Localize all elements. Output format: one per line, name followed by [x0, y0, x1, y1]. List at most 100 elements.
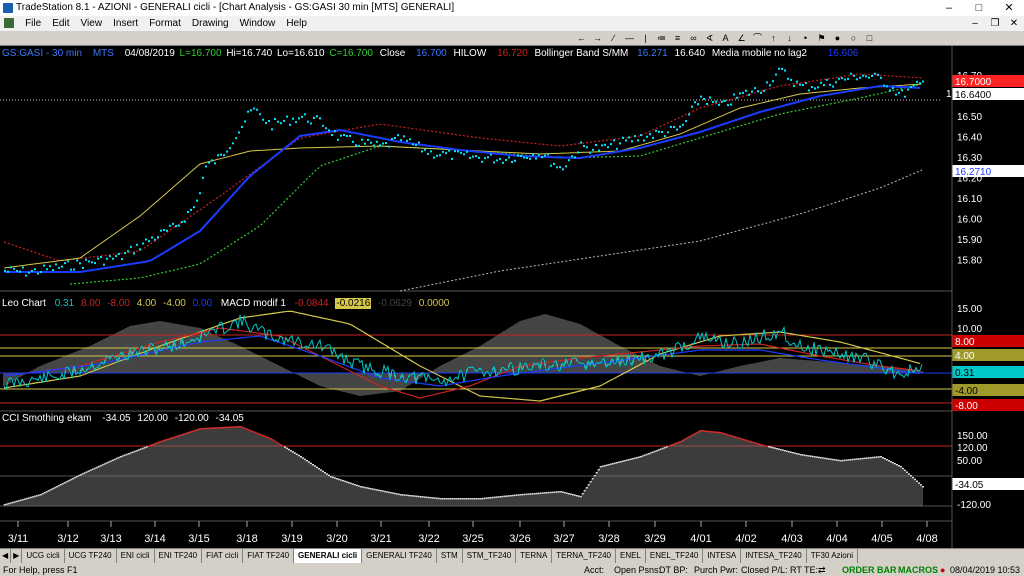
price-dot	[679, 125, 681, 128]
tab-stm[interactable]: STM	[437, 549, 463, 563]
menu-format[interactable]: Format	[145, 16, 185, 31]
speedline-icon[interactable]: ∠	[736, 33, 747, 43]
arc-icon[interactable]: ⌒	[752, 33, 763, 43]
tab-terna[interactable]: TERNA	[516, 549, 553, 563]
price-dot	[634, 135, 636, 138]
price-dot	[826, 78, 828, 81]
gann-icon[interactable]: ∢	[704, 33, 715, 43]
macros-button[interactable]: MACROS	[898, 564, 938, 576]
tab-ucg-cicli[interactable]: UCG cicli	[22, 549, 65, 563]
marker-icon[interactable]: •	[800, 33, 811, 43]
x-axis-tick-label: 3/11	[8, 533, 29, 545]
price-dot	[628, 136, 630, 139]
price-dot	[349, 135, 351, 137]
text-icon[interactable]: A	[720, 33, 731, 43]
price-dot	[4, 269, 6, 272]
channel-icon[interactable]: ≔	[656, 33, 667, 43]
leo-badge-8: 8.00	[955, 337, 975, 348]
tab-generali-tf240[interactable]: GENERALI TF240	[362, 549, 437, 563]
tab-intesa[interactable]: INTESA	[703, 549, 742, 563]
arrow-up-icon[interactable]: ↑	[768, 33, 779, 43]
mdi-restore-button[interactable]: ❐	[986, 16, 1004, 31]
minimize-button[interactable]: –	[934, 0, 964, 16]
tab-intesa-tf240[interactable]: INTESA_TF240	[741, 549, 807, 563]
arrow-right-icon[interactable]: →	[592, 33, 603, 43]
fib-icon[interactable]: ≡	[672, 33, 683, 43]
cycle-icon[interactable]: ∞	[688, 33, 699, 43]
horizontal-line-icon[interactable]: —	[624, 33, 635, 43]
menu-insert[interactable]: Insert	[109, 16, 142, 31]
price-dot	[82, 266, 84, 269]
price-dot	[292, 117, 294, 120]
tab-generali-cicli[interactable]: GENERALI cicli	[294, 549, 363, 563]
menu-window[interactable]: Window	[236, 16, 280, 31]
price-dot	[31, 269, 33, 272]
price-dot	[838, 77, 840, 80]
circle-icon[interactable]: ○	[848, 33, 859, 43]
order-bar-button[interactable]: ORDER BAR	[842, 564, 897, 576]
tab-tf30-azioni[interactable]: TF30 Azioni	[807, 549, 858, 563]
mdi-minimize-button[interactable]: –	[966, 16, 984, 31]
price-dot	[721, 100, 723, 103]
tab-scroll-right[interactable]: ▶	[11, 549, 23, 563]
flag-icon[interactable]: ⚑	[816, 33, 827, 43]
tab-eni-cicli[interactable]: ENI cicli	[117, 549, 155, 563]
vertical-line-icon[interactable]: |	[640, 33, 651, 43]
price-dot	[28, 271, 30, 274]
price-dot	[922, 80, 924, 83]
price-dot	[601, 144, 603, 147]
price-dot	[733, 93, 735, 96]
status-purch-pwr: Purch Pwr:	[694, 565, 739, 575]
arrow-left-icon[interactable]: ←	[576, 33, 587, 43]
price-dot	[16, 269, 18, 272]
price-dot	[304, 113, 306, 116]
status-toggle-icon[interactable]: ⇄	[818, 564, 826, 576]
moving-average-label: Media mobile no lag2	[711, 48, 807, 59]
leo-value-5: -4.00	[163, 298, 186, 309]
tab-fiat-cicli[interactable]: FIAT cicli	[202, 549, 244, 563]
exchange-label: MTS	[92, 48, 114, 59]
tab-enel-tf240[interactable]: ENEL_TF240	[646, 549, 704, 563]
menu-view[interactable]: View	[77, 16, 107, 31]
price-dot	[766, 81, 768, 84]
mdi-close-button[interactable]: ✕	[1005, 16, 1023, 31]
price-dot	[709, 96, 711, 99]
close-button[interactable]: ✕	[994, 0, 1024, 16]
trendline-icon[interactable]: ∕	[608, 33, 619, 43]
cci-line-point	[904, 469, 906, 472]
rectangle-icon[interactable]: □	[864, 33, 875, 43]
price-dot	[229, 147, 231, 150]
price-dot	[238, 131, 240, 134]
tab-eni-tf240[interactable]: ENI TF240	[155, 549, 203, 563]
price-dot	[814, 87, 816, 90]
menu-file[interactable]: File	[21, 16, 45, 31]
bollinger-value-1: 16.271	[637, 48, 668, 59]
menu-edit[interactable]: Edit	[48, 16, 73, 31]
status-acct: Acct:	[584, 565, 605, 575]
cci-value-2: 120.00	[137, 413, 168, 424]
dot-icon[interactable]: ●	[832, 33, 843, 43]
price-dot	[544, 154, 546, 157]
x-axis-tick-label: 4/03	[781, 533, 802, 545]
tab-terna-tf240[interactable]: TERNA_TF240	[552, 549, 616, 563]
menu-drawing[interactable]: Drawing	[188, 16, 233, 31]
chart-window[interactable]: 16.615 16.7016.6016.5016.4016.3016.2016.…	[0, 45, 1024, 549]
price-dot	[742, 91, 744, 94]
tab-ucg-tf240[interactable]: UCG TF240	[65, 549, 117, 563]
price-dot	[829, 83, 831, 86]
tab-enel[interactable]: ENEL	[616, 549, 646, 563]
price-dot	[22, 266, 24, 269]
price-dot	[121, 258, 123, 261]
price-dot	[901, 89, 903, 92]
tab-fiat-tf240[interactable]: FIAT TF240	[243, 549, 295, 563]
menu-help[interactable]: Help	[282, 16, 311, 31]
price-dot	[391, 138, 393, 140]
price-dot	[823, 84, 825, 87]
arrow-down-icon[interactable]: ↓	[784, 33, 795, 43]
tab-scroll-left[interactable]: ◀	[0, 549, 12, 563]
price-dot	[499, 157, 501, 160]
price-dot	[196, 199, 198, 202]
maximize-button[interactable]: □	[964, 0, 994, 16]
tab-stm-tf240[interactable]: STM_TF240	[463, 549, 517, 563]
price-dot	[547, 153, 549, 156]
